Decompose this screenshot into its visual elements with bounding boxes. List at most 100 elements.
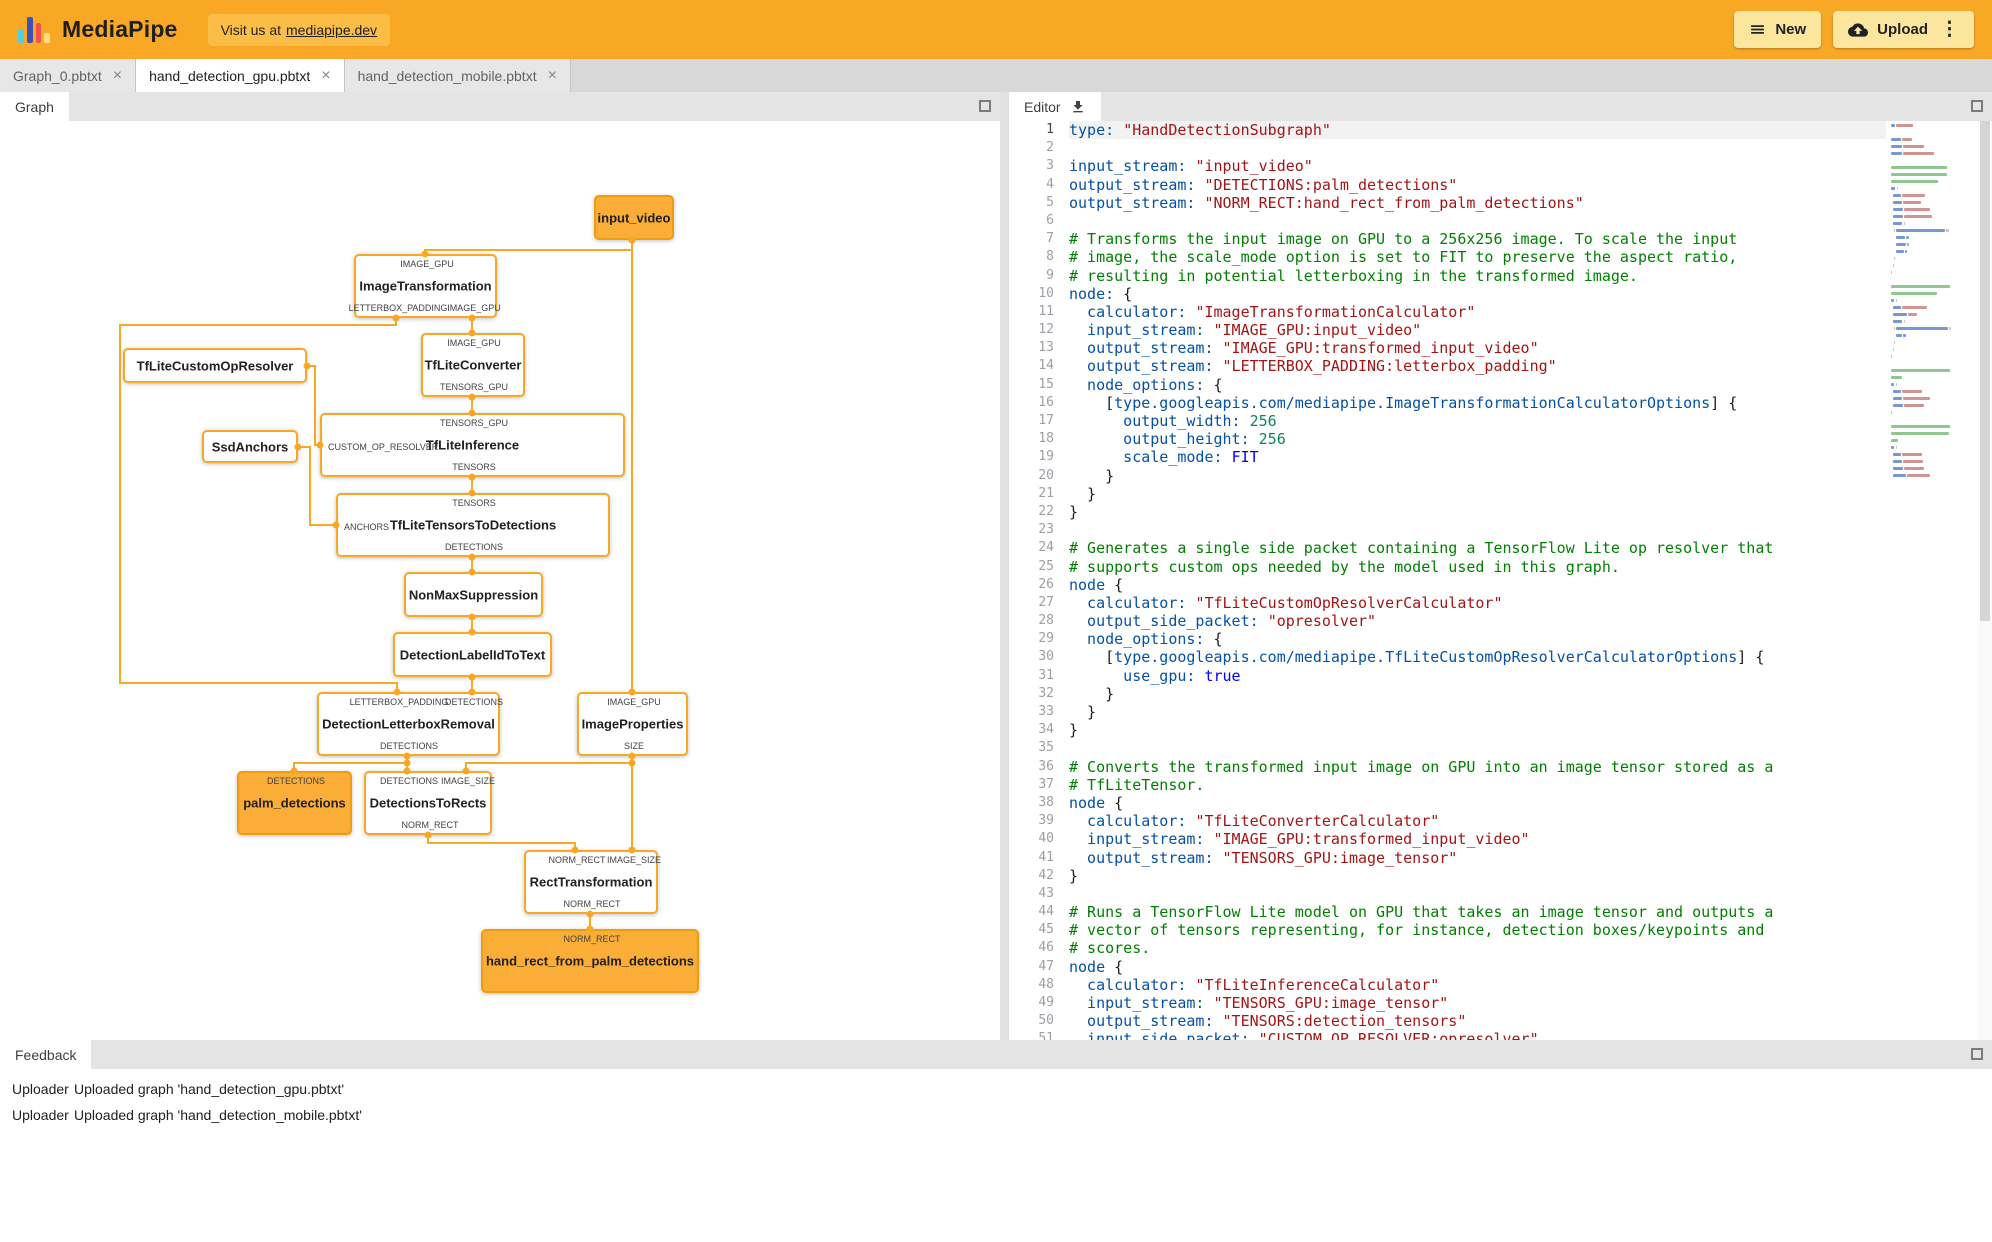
file-tab-hand_detection_gpu.pbtxt[interactable]: hand_detection_gpu.pbtxt × bbox=[136, 59, 345, 92]
code-line: # image, the scale_mode option is set to… bbox=[1069, 248, 1738, 267]
code-line: } bbox=[1069, 484, 1097, 503]
code-line: # Generates a single side packet contain… bbox=[1069, 539, 1774, 558]
code-line: # TfLiteTensor. bbox=[1069, 775, 1205, 794]
graph-node-ssd-anchors[interactable]: SsdAnchors bbox=[202, 430, 298, 463]
code-line: use_gpu: true bbox=[1069, 666, 1241, 685]
node-title: palm_detections bbox=[243, 795, 346, 811]
code-line: scale_mode: FIT bbox=[1069, 448, 1259, 467]
graph-node-input-video[interactable]: input_video bbox=[594, 195, 674, 240]
editor-minimap[interactable] bbox=[1886, 121, 1978, 1040]
file-tab-hand_detection_mobile.pbtxt[interactable]: hand_detection_mobile.pbtxt × bbox=[344, 59, 571, 92]
graph-node-tflite-inference[interactable]: TfLiteInference TENSORS_GPU TENSORS CUSTOM_… bbox=[320, 413, 625, 477]
code-line: # scores. bbox=[1069, 939, 1151, 958]
upload-button[interactable]: Upload ⋮ bbox=[1833, 11, 1974, 48]
line-number: 5 bbox=[1046, 194, 1054, 210]
node-title: RectTransformation bbox=[529, 874, 653, 890]
graph-node-palm-detections[interactable]: palm_detections DETECTIONS bbox=[237, 771, 352, 835]
line-number: 18 bbox=[1038, 431, 1054, 447]
code-line: node { bbox=[1069, 793, 1124, 812]
file-tab-Graph_0.pbtxt[interactable]: Graph_0.pbtxt × bbox=[0, 59, 137, 92]
line-number: 10 bbox=[1038, 285, 1054, 301]
graph-node-image-transformation[interactable]: ImageTransformation IMAGE_GPU LETTERBOX_PA… bbox=[349, 254, 501, 318]
feedback-message: Uploaded graph 'hand_detection_mobile.pb… bbox=[74, 1107, 362, 1123]
node-title: TfLiteConverter bbox=[424, 357, 522, 373]
kebab-icon[interactable]: ⋮ bbox=[1940, 18, 1959, 41]
minimap-line bbox=[1891, 467, 1973, 474]
code-line: } bbox=[1069, 721, 1079, 740]
tab-editor[interactable]: Editor bbox=[1009, 92, 1101, 121]
minimap-line bbox=[1891, 187, 1973, 194]
minimap-line bbox=[1891, 264, 1973, 271]
visit-badge[interactable]: Visit us at mediapipe.dev bbox=[207, 13, 391, 46]
graph-node-image-properties[interactable]: ImageProperties IMAGE_GPU SIZE bbox=[577, 692, 688, 756]
graph-node-non-max-suppression[interactable]: NonMaxSuppression bbox=[404, 572, 543, 617]
visit-text: Visit us at bbox=[220, 21, 281, 38]
scrollbar-thumb[interactable] bbox=[1980, 121, 1990, 621]
line-number: 26 bbox=[1038, 576, 1054, 592]
graph-node-detection-letterbox-removal[interactable]: DetectionLetterboxRemoval LETTERBOX_PADDI… bbox=[317, 692, 503, 756]
app-title: MediaPipe bbox=[62, 16, 178, 42]
expand-icon[interactable] bbox=[1971, 100, 1983, 112]
close-icon[interactable]: × bbox=[548, 67, 557, 84]
line-number: 25 bbox=[1038, 558, 1054, 574]
minimap-line bbox=[1891, 460, 1973, 467]
line-number: 34 bbox=[1038, 722, 1054, 738]
tab-feedback[interactable]: Feedback bbox=[0, 1040, 92, 1069]
port-label: LETTERBOX_PADDING bbox=[349, 697, 449, 707]
line-number: 16 bbox=[1038, 394, 1054, 410]
graph-node-tflite-tensors-to-detections[interactable]: TfLiteTensorsToDetections TENSORS DETECTIO… bbox=[336, 493, 610, 557]
line-number: 51 bbox=[1038, 1031, 1054, 1040]
minimap-line bbox=[1891, 474, 1973, 481]
line-number: 29 bbox=[1038, 631, 1054, 647]
code-line: # resulting in potential letterboxing in… bbox=[1069, 266, 1638, 285]
graph-node-tflite-custom-op-resolver[interactable]: TfLiteCustomOpResolver bbox=[123, 348, 307, 383]
graph-node-detection-label-id-to-text[interactable]: DetectionLabelIdToText bbox=[393, 632, 552, 677]
node-title: TfLiteTensorsToDetections bbox=[389, 517, 557, 533]
node-title: hand_rect_from_palm_detections bbox=[485, 953, 695, 969]
code-line: input_stream: "input_video" bbox=[1069, 157, 1313, 176]
feedback-entry: Uploader Uploaded graph 'hand_detection_m… bbox=[12, 1107, 1992, 1123]
close-icon[interactable]: × bbox=[113, 67, 122, 84]
minimap-line bbox=[1891, 173, 1973, 180]
upload-button-label: Upload bbox=[1877, 21, 1928, 38]
graph-node-rect-transformation[interactable]: RectTransformation NORM_RECT IMAGE_SIZE NOR… bbox=[524, 850, 661, 914]
code-line: node: { bbox=[1069, 284, 1133, 303]
code-line: node { bbox=[1069, 575, 1124, 594]
expand-icon[interactable] bbox=[1971, 1048, 1983, 1060]
editor-code[interactable]: type: "HandDetectionSubgraph" input_strea… bbox=[1069, 121, 1886, 1040]
expand-icon[interactable] bbox=[979, 100, 991, 112]
port-label: TENSORS_GPU bbox=[439, 418, 509, 428]
line-number: 50 bbox=[1038, 1013, 1054, 1029]
minimap-line bbox=[1891, 236, 1973, 243]
code-editor[interactable]: 1 2 3 4 5 6 7 8 9 10 11 12 13 14 15 16 17 18 19 20 21 22 23 24 2… bbox=[1009, 121, 1992, 1040]
minimap-line bbox=[1891, 278, 1973, 285]
line-number: 9 bbox=[1046, 267, 1054, 283]
minimap-line bbox=[1891, 271, 1973, 278]
minimap-line bbox=[1891, 257, 1973, 264]
port-label: IMAGE_GPU bbox=[400, 259, 454, 269]
minimap-line bbox=[1891, 404, 1973, 411]
line-number: 22 bbox=[1038, 503, 1054, 519]
graph-canvas[interactable]: input_video ImageTransformation IMAGE_GPU L… bbox=[0, 121, 1000, 1040]
editor-scrollbar[interactable] bbox=[1978, 121, 1992, 1040]
graph-node-tflite-converter[interactable]: TfLiteConverter IMAGE_GPU TENSORS_GPU bbox=[421, 333, 525, 397]
line-number: 27 bbox=[1038, 594, 1054, 610]
tab-graph[interactable]: Graph bbox=[0, 92, 69, 121]
visit-link[interactable]: mediapipe.dev bbox=[286, 22, 377, 38]
code-line: calculator: "TfLiteConverterCalculator" bbox=[1069, 812, 1440, 831]
download-icon[interactable] bbox=[1070, 99, 1086, 115]
new-button[interactable]: New bbox=[1734, 11, 1822, 48]
minimap-line bbox=[1891, 446, 1973, 453]
cloud-upload-icon bbox=[1848, 22, 1869, 37]
graph-node-detections-to-rects[interactable]: DetectionsToRects DETECTIONS IMAGE_SIZE NOR… bbox=[364, 771, 495, 835]
graph-node-hand-rect-from-palm-detections[interactable]: hand_rect_from_palm_detections NORM_RECT bbox=[481, 929, 699, 993]
line-number: 31 bbox=[1038, 667, 1054, 683]
code-line: input_stream: "IMAGE_GPU:transformed_inp… bbox=[1069, 830, 1530, 849]
minimap-line bbox=[1891, 180, 1973, 187]
close-icon[interactable]: × bbox=[321, 67, 330, 84]
line-number: 35 bbox=[1038, 740, 1054, 756]
code-line: output_stream: "DETECTIONS:palm_detectio… bbox=[1069, 175, 1458, 194]
node-title: DetectionLetterboxRemoval bbox=[322, 716, 495, 732]
minimap-line bbox=[1891, 201, 1973, 208]
